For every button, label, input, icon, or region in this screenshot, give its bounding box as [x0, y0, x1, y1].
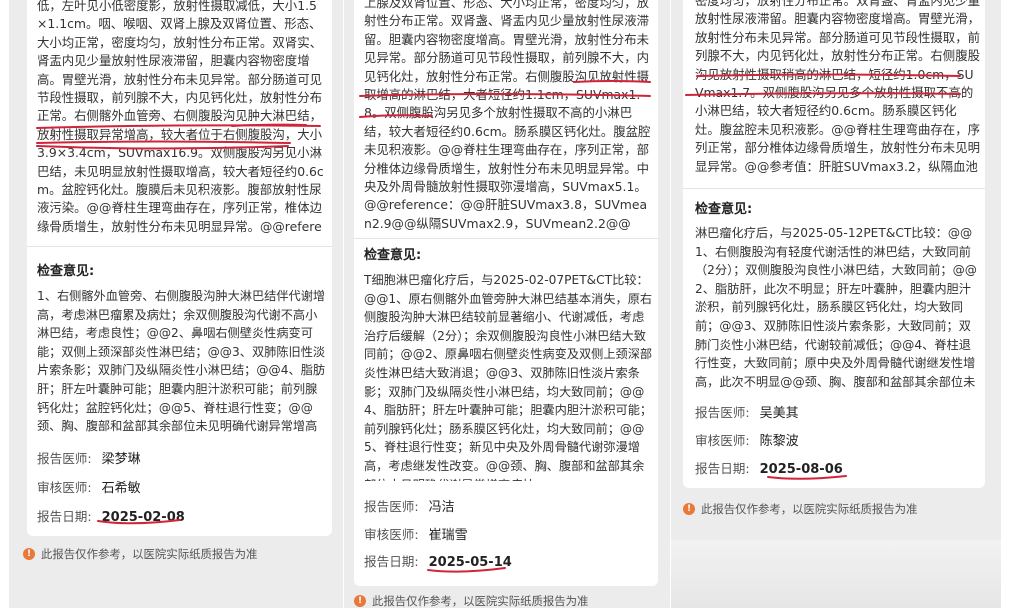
reviewer-label: 审核医师:	[364, 527, 419, 542]
doctor-name: 冯洁	[428, 500, 455, 515]
conclusion-text-1: 1、右侧髂外血管旁、右侧腹股沟肿大淋巴结伴代谢增高，考虑淋巴瘤累及病灶；余双侧腹…	[37, 289, 326, 434]
report-panel-1: 低，左叶见小低密度影，放射性摄取减低，大小1.5×1.1cm。咽、喉咽、双肾上腺…	[9, 0, 343, 608]
info-icon: !	[683, 503, 695, 515]
date-label: 报告日期:	[695, 461, 750, 476]
reviewer-row-2: 审核医师: 崔瑞雪	[364, 524, 468, 543]
conclusion-title-2: 检查意见:	[364, 248, 422, 263]
report-card-2: 上腺及双肾位置、形态、大小均正常，密度均匀，放射性分布正常。双肾盏、肾盂内见少量…	[354, 0, 658, 586]
reviewer-name: 崔瑞雪	[428, 528, 468, 543]
conclusion-text-3: 淋巴瘤化疗后，与2025-05-12PET&CT比较：@@1、右侧腹股沟有轻度代…	[695, 226, 977, 389]
report-card-1: 低，左叶见小低密度影，放射性摄取减低，大小1.5×1.1cm。咽、喉咽、双肾上腺…	[27, 0, 332, 536]
findings-text-3: 密度均匀，放射性分布正常。双肾盏、肾盂内见少量放射性尿液滞留。胆囊内容物密度增高…	[695, 0, 980, 180]
disclaimer-3: ! 此报告仅作参考，以医院实际纸质报告为准	[683, 501, 917, 517]
report-date: 2025-08-06	[759, 462, 843, 477]
disclaimer-text: 此报告仅作参考，以医院实际纸质报告为准	[372, 594, 589, 608]
date-row-2: 报告日期: 2025-05-14	[364, 551, 512, 570]
findings-text-1: 低，左叶见小低密度影，放射性摄取减低，大小1.5×1.1cm。咽、喉咽、双肾上腺…	[37, 0, 324, 233]
info-icon: !	[354, 595, 366, 607]
doctor-row-3: 报告医师: 吴美其	[695, 402, 799, 421]
conclusion-title-3: 检查意见:	[695, 202, 753, 217]
disclaimer-text: 此报告仅作参考，以医院实际纸质报告为准	[41, 547, 258, 561]
date-row-3: 报告日期: 2025-08-06	[695, 458, 843, 477]
doctor-name: 吴美其	[759, 406, 799, 421]
conclusion-text-2: T细胞淋巴瘤化疗后，与2025-02-07PET&CT比较：@@1、原右侧髂外血…	[364, 273, 653, 481]
reviewer-label: 审核医师:	[695, 433, 750, 448]
reviewer-name: 陈黎波	[759, 434, 799, 449]
info-icon: !	[23, 548, 35, 560]
section-divider	[27, 246, 332, 247]
report-panel-3: 密度均匀，放射性分布正常。双肾盏、肾盂内见少量放射性尿液滞留。胆囊内容物密度增高…	[671, 0, 1001, 608]
doctor-name: 梁梦琳	[101, 452, 141, 467]
doctor-label: 报告医师:	[37, 451, 92, 466]
findings-text-2: 上腺及双肾位置、形态、大小均正常，密度均匀，放射性分布正常。双肾盏、肾盂内见少量…	[364, 0, 651, 231]
doctor-row-2: 报告医师: 冯洁	[364, 496, 455, 515]
doctor-row-1: 报告医师: 梁梦琳	[37, 448, 141, 467]
disclaimer-text: 此报告仅作参考，以医院实际纸质报告为准	[701, 502, 918, 516]
date-row-1: 报告日期: 2025-02-08	[37, 506, 185, 525]
date-label: 报告日期:	[364, 554, 419, 569]
report-card-3: 密度均匀，放射性分布正常。双肾盏、肾盂内见少量放射性尿液滞留。胆囊内容物密度增高…	[683, 0, 985, 488]
reviewer-name: 石希敏	[101, 481, 141, 496]
section-divider	[354, 238, 658, 239]
doctor-label: 报告医师:	[364, 499, 419, 514]
date-label: 报告日期:	[37, 509, 92, 524]
blurred-region	[671, 540, 1001, 608]
doctor-label: 报告医师:	[695, 405, 750, 420]
disclaimer-2: ! 此报告仅作参考，以医院实际纸质报告为准	[354, 593, 588, 608]
report-date: 2025-02-08	[101, 510, 185, 525]
conclusion-title-1: 检查意见:	[37, 264, 95, 279]
reviewer-label: 审核医师:	[37, 480, 92, 495]
reviewer-row-3: 审核医师: 陈黎波	[695, 430, 799, 449]
section-divider	[683, 188, 985, 189]
report-panel-2: 上腺及双肾位置、形态、大小均正常，密度均匀，放射性分布正常。双肾盏、肾盂内见少量…	[344, 0, 670, 608]
report-date: 2025-05-14	[428, 555, 512, 570]
reviewer-row-1: 审核医师: 石希敏	[37, 477, 141, 496]
disclaimer-1: ! 此报告仅作参考，以医院实际纸质报告为准	[23, 546, 257, 562]
